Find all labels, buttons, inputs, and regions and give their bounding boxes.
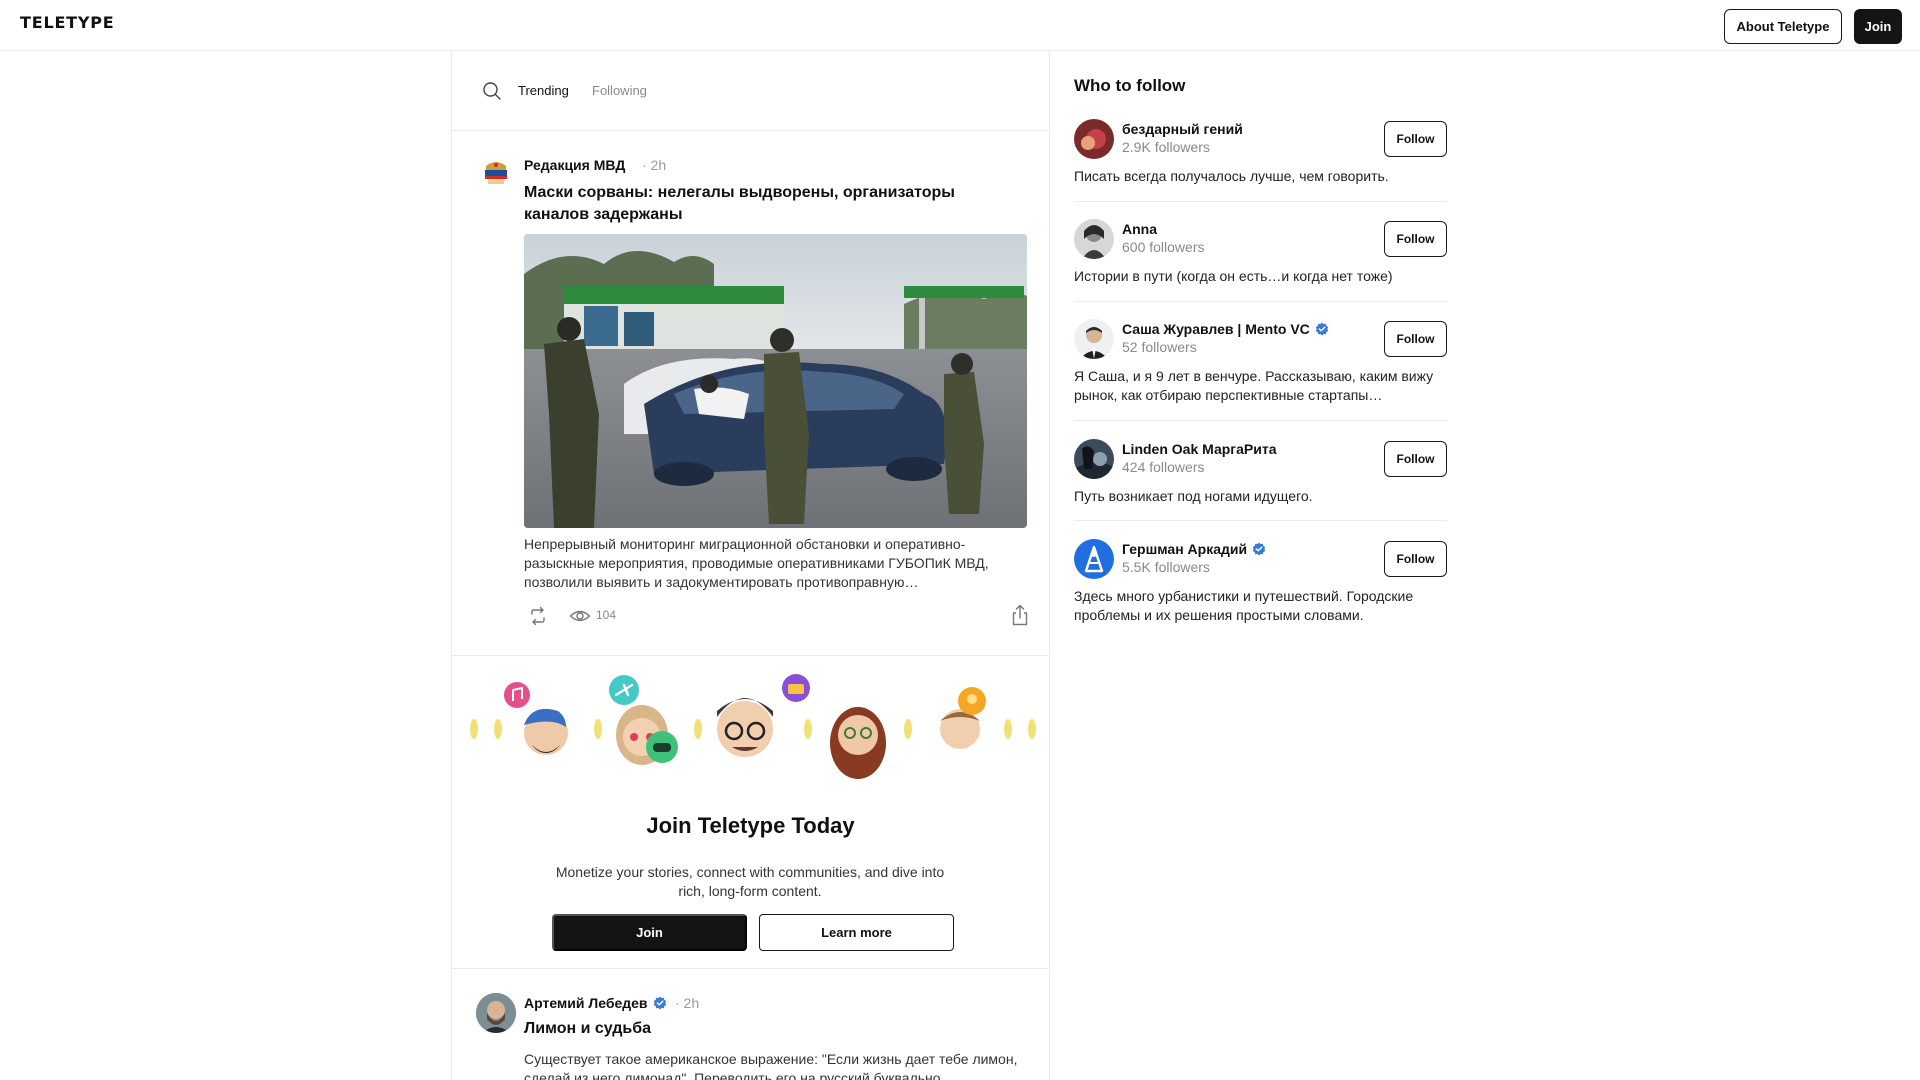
plane-badge-icon <box>609 675 639 705</box>
follow-suggestion: Саша Журавлев | Mento VC 52 followers Fo… <box>1074 319 1447 421</box>
user-name[interactable]: Anna <box>1122 221 1157 237</box>
user-bio: Здесь много урбанистики и путешествий. Г… <box>1074 588 1414 623</box>
user-avatar[interactable] <box>1074 319 1114 359</box>
post-card[interactable]: Артемий Лебедев · 2h Лимон и судьба Суще… <box>452 970 1049 1080</box>
top-bar: TELETYPE About Teletype Join <box>0 0 1920 51</box>
camera-badge-icon <box>782 674 810 702</box>
user-avatar[interactable] <box>1074 539 1114 579</box>
follow-suggestion: Гершман Аркадий 5.5K followers Follow Зд… <box>1074 539 1447 629</box>
music-badge-icon <box>504 682 530 708</box>
user-bio: Истории в пути (когда он есть…и когда не… <box>1074 268 1393 284</box>
bulb-badge-icon <box>958 687 986 715</box>
promo-title: Join Teletype Today <box>646 813 855 838</box>
post-time: · 2h <box>642 157 667 173</box>
follow-suggestion: Linden Oak МаргаРита 424 followers Follo… <box>1074 439 1447 521</box>
post-card[interactable]: Редакция МВД · 2h Маски сорваны: нелегал… <box>452 132 1049 656</box>
user-name[interactable]: Гершман Аркадий <box>1122 541 1266 557</box>
follow-suggestion: Anna 600 followers Follow Истории в пути… <box>1074 219 1447 302</box>
author-name[interactable]: Редакция МВД <box>524 157 625 173</box>
follower-count: 2.9K followers <box>1122 139 1210 155</box>
feed-column: Trending Following Редакция МВД · 2h Мас… <box>451 51 1050 1080</box>
post-title[interactable]: Лимон и судьба <box>524 1020 651 1038</box>
author-avatar[interactable] <box>480 156 512 188</box>
author-name[interactable]: Артемий Лебедев <box>524 995 667 1011</box>
user-avatar[interactable] <box>1074 439 1114 479</box>
follower-count: 600 followers <box>1122 239 1205 255</box>
promo-join-button[interactable]: Join <box>552 914 747 951</box>
views-count: 104 <box>596 608 617 622</box>
user-avatar[interactable] <box>1074 119 1114 159</box>
user-name[interactable]: бездарный гений <box>1122 121 1243 137</box>
who-to-follow-title: Who to follow <box>1074 76 1186 95</box>
verified-icon <box>653 996 666 1010</box>
follower-count: 424 followers <box>1122 459 1205 475</box>
repost-icon[interactable] <box>528 606 548 626</box>
follower-count: 5.5K followers <box>1122 559 1210 575</box>
share-icon[interactable] <box>1010 604 1030 626</box>
search-icon[interactable] <box>482 81 502 101</box>
follower-count: 52 followers <box>1122 339 1197 355</box>
author-name-text[interactable]: Артемий Лебедев <box>524 995 648 1011</box>
user-name[interactable]: Linden Oak МаргаРита <box>1122 441 1277 457</box>
tab-trending[interactable]: Trending <box>518 83 569 98</box>
feed-tabs: Trending Following <box>452 51 1049 131</box>
user-name-text[interactable]: Гершман Аркадий <box>1122 541 1247 557</box>
user-bio: Путь возникает под ногами идущего. <box>1074 488 1313 504</box>
verified-icon <box>1252 542 1266 556</box>
join-button[interactable]: Join <box>1854 9 1902 44</box>
user-avatar[interactable] <box>1074 219 1114 259</box>
user-name-text[interactable]: Саша Журавлев | Mento VC <box>1122 321 1310 337</box>
promo-illustration <box>470 674 1036 779</box>
post-time: · 2h <box>675 995 700 1011</box>
post-title[interactable]: Маски сорваны: нелегалы выдворены, орган… <box>524 182 1024 226</box>
teletype-logo[interactable]: TELETYPE <box>20 13 115 32</box>
tab-following[interactable]: Following <box>592 83 647 98</box>
follow-button[interactable]: Follow <box>1384 121 1447 157</box>
user-bio: Писать всегда получалось лучше, чем гово… <box>1074 168 1389 184</box>
post-excerpt[interactable]: Непрерывный мониторинг миграционной обст… <box>524 535 1029 592</box>
verified-icon <box>1315 322 1328 336</box>
user-bio: Я Саша, и я 9 лет в венчуре. Рассказываю… <box>1074 368 1434 403</box>
join-promo: Join Teletype Today Monetize your storie… <box>452 657 1049 969</box>
post-actions: 104 <box>524 604 1029 628</box>
user-name[interactable]: Саша Журавлев | Mento VC <box>1122 321 1329 337</box>
follow-button[interactable]: Follow <box>1384 441 1447 477</box>
learn-more-button[interactable]: Learn more <box>759 914 954 951</box>
gamepad-badge-icon <box>646 731 678 763</box>
promo-description: Monetize your stories, connect with comm… <box>555 864 945 899</box>
views-icon <box>569 610 591 622</box>
follow-suggestion: бездарный гений 2.9K followers Follow Пи… <box>1074 119 1447 202</box>
author-avatar[interactable] <box>476 993 516 1033</box>
follow-button[interactable]: Follow <box>1384 541 1447 577</box>
about-teletype-button[interactable]: About Teletype <box>1724 9 1842 44</box>
post-excerpt[interactable]: Существует такое американское выражение:… <box>524 1050 1029 1080</box>
post-image[interactable] <box>524 234 1027 528</box>
follow-button[interactable]: Follow <box>1384 321 1447 357</box>
follow-button[interactable]: Follow <box>1384 221 1447 257</box>
